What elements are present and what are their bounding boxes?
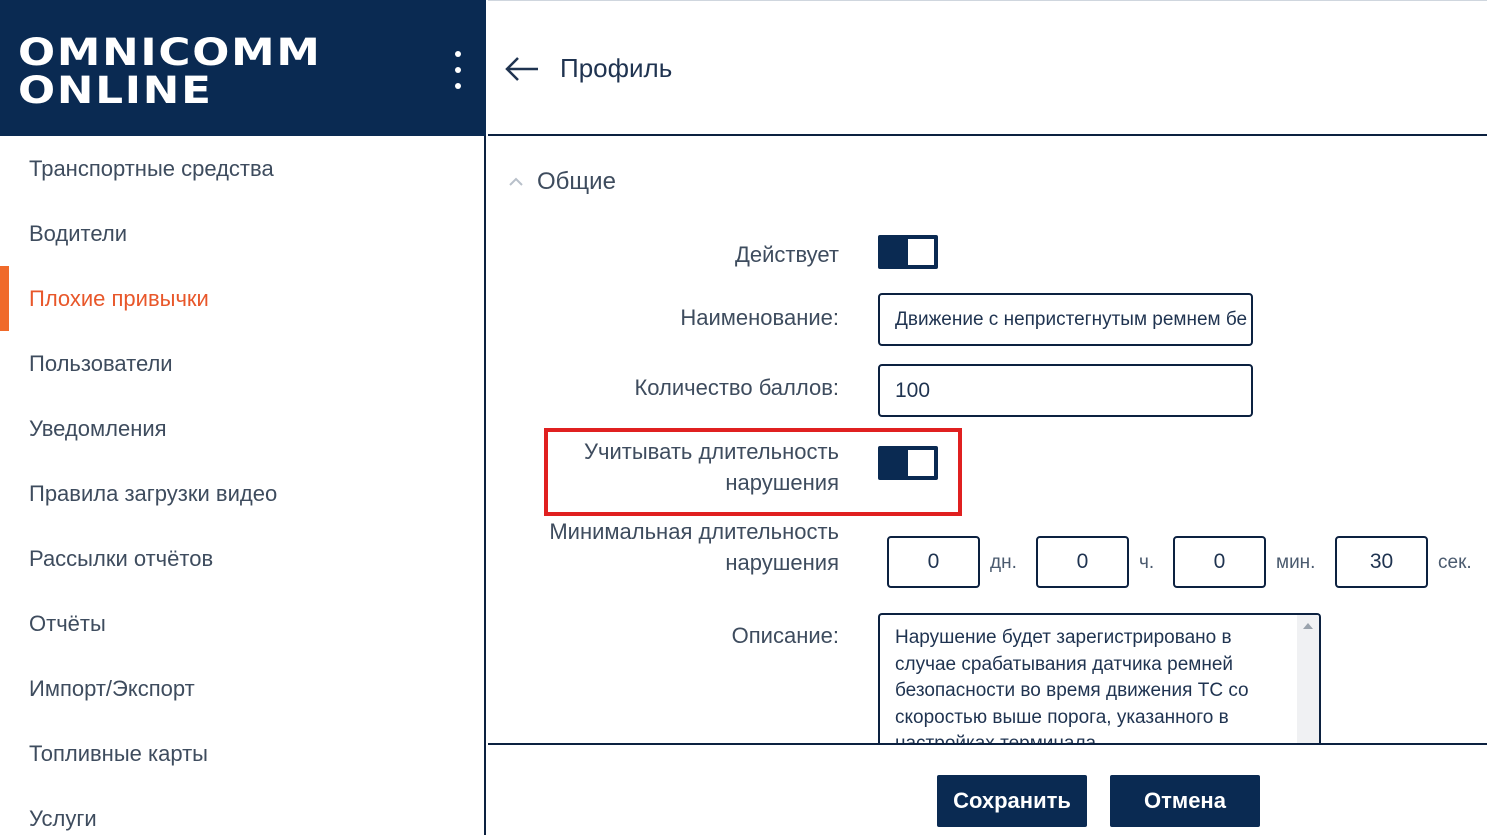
sidebar-item-drivers[interactable]: Водители — [0, 201, 484, 266]
hours-unit: ч. — [1139, 552, 1155, 573]
chevron-up-icon — [509, 177, 523, 186]
save-button[interactable]: Сохранить — [937, 775, 1087, 827]
brand-bar: OMNICOMM ONLINE — [0, 0, 486, 136]
section-title: Общие — [537, 168, 616, 195]
sidebar-nav: Транспортные средства Водители Плохие пр… — [0, 136, 484, 835]
page-title: Профиль — [560, 53, 673, 83]
sidebar: OMNICOMM ONLINE Транспортные средства Во… — [0, 0, 486, 835]
sidebar-item-users[interactable]: Пользователи — [0, 331, 484, 396]
days-field[interactable]: 0 — [887, 536, 980, 588]
page-header: Профиль — [488, 0, 1487, 136]
sidebar-item-vehicles[interactable]: Транспортные средства — [0, 136, 484, 201]
sidebar-item-video-upload-rules[interactable]: Правила загрузки видео — [0, 461, 484, 526]
sidebar-item-notifications[interactable]: Уведомления — [0, 396, 484, 461]
sidebar-item-fuel-cards[interactable]: Топливные карты — [0, 721, 484, 786]
min-duration-label-line-1: Минимальная длительность — [549, 519, 839, 544]
hours-field[interactable]: 0 — [1036, 536, 1129, 588]
highlight-frame — [544, 428, 962, 516]
name-label: Наименование: — [680, 305, 839, 330]
logo-line-2: ONLINE — [18, 69, 213, 112]
sidebar-item-reports[interactable]: Отчёты — [0, 591, 484, 656]
active-toggle[interactable] — [878, 235, 938, 269]
logo-line-1: OMNICOMM — [18, 31, 322, 74]
seconds-field[interactable]: 30 — [1335, 536, 1428, 588]
sidebar-item-report-mailings[interactable]: Рассылки отчётов — [0, 526, 484, 591]
points-label: Количество баллов: — [634, 375, 839, 400]
minutes-field[interactable]: 0 — [1173, 536, 1266, 588]
kebab-menu-icon[interactable] — [447, 48, 469, 92]
description-scrollbar[interactable] — [1297, 615, 1319, 745]
cancel-button[interactable]: Отмена — [1110, 775, 1260, 827]
description-textarea[interactable]: Нарушение будет зарегистрировано в случа… — [878, 613, 1321, 745]
main-panel: Профиль Общие Действует Наименование: Дв… — [488, 0, 1487, 835]
sidebar-item-services[interactable]: Услуги — [0, 786, 484, 835]
seconds-unit: сек. — [1438, 552, 1472, 573]
form-footer: Сохранить Отмена — [488, 743, 1487, 835]
active-label: Действует — [734, 242, 839, 267]
description-text: Нарушение будет зарегистрировано в случа… — [895, 627, 1249, 745]
minutes-unit: мин. — [1276, 552, 1316, 573]
back-arrow-icon[interactable] — [504, 55, 540, 83]
name-field[interactable]: Движение с непристегнутым ремнем бе — [878, 293, 1253, 346]
sidebar-item-import-export[interactable]: Импорт/Экспорт — [0, 656, 484, 721]
min-duration-label-line-2: нарушения — [725, 550, 839, 575]
days-unit: дн. — [990, 552, 1017, 573]
points-field[interactable]: 100 — [878, 364, 1253, 417]
omnicomm-logo[interactable]: OMNICOMM ONLINE — [18, 34, 322, 110]
description-label: Описание: — [731, 623, 839, 648]
scroll-up-icon[interactable] — [1303, 623, 1313, 629]
sidebar-item-bad-habits[interactable]: Плохие привычки — [0, 266, 484, 331]
